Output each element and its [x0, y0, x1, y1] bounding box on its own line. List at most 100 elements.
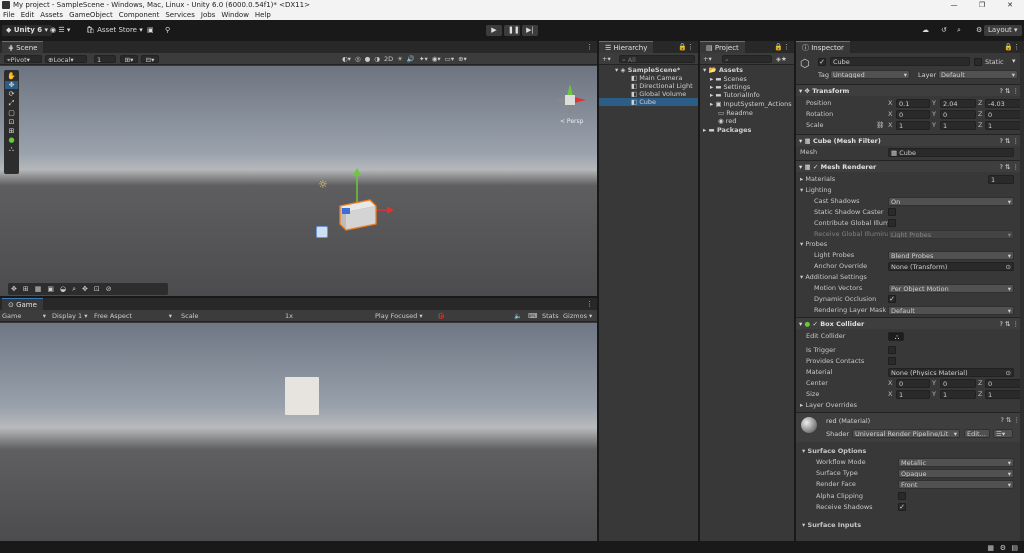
- rendering-layer-dropdown[interactable]: Default ▾: [888, 306, 1014, 315]
- provides-contacts-checkbox[interactable]: [888, 357, 896, 365]
- grid-size-field[interactable]: 1: [94, 55, 116, 64]
- scale-tool-icon[interactable]: ⤢: [9, 99, 15, 108]
- play-button[interactable]: ▶: [486, 25, 502, 36]
- aspect-dropdown[interactable]: Free Aspect ▾: [94, 312, 172, 320]
- project-item-settings[interactable]: ▸ ▬ Settings: [710, 83, 750, 91]
- overlay-move-icon[interactable]: ✥: [11, 285, 17, 293]
- edit-collider-button[interactable]: ⛬: [888, 332, 904, 341]
- camera-gizmo-icon[interactable]: [316, 226, 328, 238]
- menu-assets[interactable]: Assets: [40, 10, 63, 20]
- menu-services[interactable]: Services: [165, 10, 195, 20]
- surface-type-dropdown[interactable]: Opaque ▾: [898, 469, 1014, 478]
- menu-gameobject[interactable]: GameObject: [69, 10, 113, 20]
- overlay-orbit-icon[interactable]: ◒: [60, 285, 66, 293]
- shader-options-dropdown[interactable]: ☰▾: [993, 429, 1013, 438]
- hierarchy-add-button[interactable]: +▾: [602, 55, 611, 63]
- account-avatar-icon[interactable]: ◉ ☰ ▾: [46, 25, 74, 36]
- menu-jobs[interactable]: Jobs: [201, 10, 215, 20]
- project-lock-icon[interactable]: 🔒⋮: [774, 43, 790, 51]
- static-dropdown-icon[interactable]: ▾: [1012, 57, 1016, 65]
- object-name-input[interactable]: Cube: [830, 57, 970, 66]
- overlay-cube-icon[interactable]: ▣: [47, 285, 54, 293]
- audio-icon[interactable]: 🔊: [407, 55, 415, 63]
- active-checkbox[interactable]: ✓: [818, 58, 826, 66]
- hierarchy-search-input[interactable]: ⌕ All: [619, 55, 695, 64]
- gizmos-icon[interactable]: ⊕▾: [458, 55, 467, 63]
- size-y-input[interactable]: 1: [940, 390, 976, 399]
- status-debug-icon[interactable]: ⚙: [1000, 544, 1006, 552]
- static-checkbox[interactable]: [974, 58, 982, 66]
- probes-row[interactable]: ▾ Probes: [796, 239, 1023, 250]
- plastic-scm-icon[interactable]: ⚲: [161, 25, 174, 36]
- probe-tool-icon[interactable]: ⛬: [9, 145, 14, 154]
- position-x-input[interactable]: 0.1: [896, 99, 930, 108]
- play-focused-dropdown[interactable]: Play Focused ▾: [375, 312, 430, 320]
- overlay-grid2-icon[interactable]: ▦: [35, 285, 42, 293]
- project-item-tutorialinfo[interactable]: ▸ ▬ TutorialInfo: [710, 91, 760, 99]
- cast-shadows-dropdown[interactable]: On ▾: [888, 197, 1014, 206]
- light-probes-dropdown[interactable]: Blend Probes ▾: [888, 251, 1014, 260]
- hierarchy-scene-row[interactable]: ▾ ◈ SampleScene*: [615, 66, 680, 74]
- grid-snap-icon[interactable]: ⊞▾: [120, 55, 138, 64]
- local-dropdown[interactable]: ⊕Local▾: [45, 55, 87, 64]
- alpha-clipping-checkbox[interactable]: [898, 492, 906, 500]
- mesh-field[interactable]: ▦ Cube: [888, 148, 1014, 157]
- tag-dropdown[interactable]: Untagged ▾: [830, 70, 910, 79]
- search-icon[interactable]: ⌕: [953, 25, 965, 36]
- center-z-input[interactable]: 0: [985, 379, 1021, 388]
- overlay-pan-icon[interactable]: ✥: [82, 285, 88, 293]
- materials-row[interactable]: ▸ Materials 1: [796, 174, 1023, 185]
- material-header[interactable]: red (Material) ? ⇅ ⋮ Shader Universal Re…: [796, 412, 1024, 442]
- surface-inputs-row[interactable]: ▾ Surface Inputs: [796, 520, 1023, 531]
- collider-edit-icon[interactable]: ●: [8, 136, 14, 144]
- dynamic-occlusion-checkbox[interactable]: ✓: [888, 295, 896, 303]
- rotation-x-input[interactable]: 0: [896, 110, 930, 119]
- position-z-input[interactable]: -4.03: [985, 99, 1021, 108]
- panel-menu-icon[interactable]: ⋮: [586, 43, 593, 51]
- project-filter-icon[interactable]: ◈★: [776, 55, 787, 63]
- static-shadow-checkbox[interactable]: [888, 208, 896, 216]
- menu-help[interactable]: Help: [255, 10, 271, 20]
- layout-dropdown[interactable]: Layout ▾: [984, 25, 1022, 36]
- menu-window[interactable]: Window: [221, 10, 249, 20]
- layer-overrides-row[interactable]: ▸ Layer Overrides: [796, 400, 1023, 411]
- size-z-input[interactable]: 1: [985, 390, 1021, 399]
- tab-hierarchy[interactable]: ☰ Hierarchy: [599, 41, 654, 53]
- menu-file[interactable]: File: [3, 10, 15, 20]
- overlay-grid-icon[interactable]: ⊞: [23, 285, 29, 293]
- hand-tool-icon[interactable]: ✋: [7, 72, 16, 80]
- tab-scene[interactable]: ⋕ Scene: [2, 41, 44, 53]
- center-x-input[interactable]: 0: [896, 379, 930, 388]
- tab-project[interactable]: ▤ Project: [700, 41, 745, 53]
- shortcuts-icon[interactable]: ⌨: [528, 312, 537, 320]
- cloud-icon[interactable]: ☁: [918, 25, 933, 36]
- tab-game[interactable]: ⊙ Game: [2, 298, 43, 310]
- account-button[interactable]: ◆ Unity 6 ▾: [2, 25, 53, 36]
- 2d-toggle[interactable]: 2D: [384, 55, 393, 63]
- additional-settings-row[interactable]: ▾ Additional Settings: [796, 272, 1023, 283]
- tab-inspector[interactable]: ⓘ Inspector: [796, 41, 850, 53]
- surface-options-row[interactable]: ▾ Surface Options: [796, 446, 1023, 457]
- directional-light-icon[interactable]: ☼: [318, 178, 328, 191]
- camera-icon[interactable]: ▭▾: [445, 55, 454, 63]
- hierarchy-item-cube[interactable]: ◧ Cube: [599, 98, 698, 106]
- inspector-lock-icon[interactable]: 🔒⋮: [1004, 43, 1020, 51]
- hierarchy-lock-icon[interactable]: 🔒⋮: [678, 43, 694, 51]
- transform-tool-icon[interactable]: ⊡: [9, 118, 15, 126]
- selected-cube[interactable]: [330, 166, 400, 236]
- project-item-readme[interactable]: ▭ Readme: [718, 109, 753, 117]
- pause-button[interactable]: ❚❚: [504, 25, 520, 36]
- rect-tool-icon[interactable]: ▢: [8, 109, 15, 117]
- motion-vectors-dropdown[interactable]: Per Object Motion ▾: [888, 284, 1014, 293]
- effects-icon[interactable]: ✦▾: [419, 55, 428, 63]
- project-search-input[interactable]: ⌕: [722, 55, 772, 64]
- render-face-dropdown[interactable]: Front ▾: [898, 480, 1014, 489]
- game-mode-dropdown[interactable]: Game ▾: [2, 312, 46, 320]
- box-collider-header[interactable]: ▾ ● ✓ Box Collider? ⇅ ⋮: [796, 317, 1023, 329]
- gizmos-toggle[interactable]: Gizmos ▾: [563, 312, 592, 320]
- size-x-input[interactable]: 1: [896, 390, 930, 399]
- minimize-icon[interactable]: —: [940, 0, 968, 10]
- menu-edit[interactable]: Edit: [21, 10, 35, 20]
- snap-icon[interactable]: ⊟▾: [141, 55, 159, 64]
- project-add-button[interactable]: +▾: [703, 55, 712, 63]
